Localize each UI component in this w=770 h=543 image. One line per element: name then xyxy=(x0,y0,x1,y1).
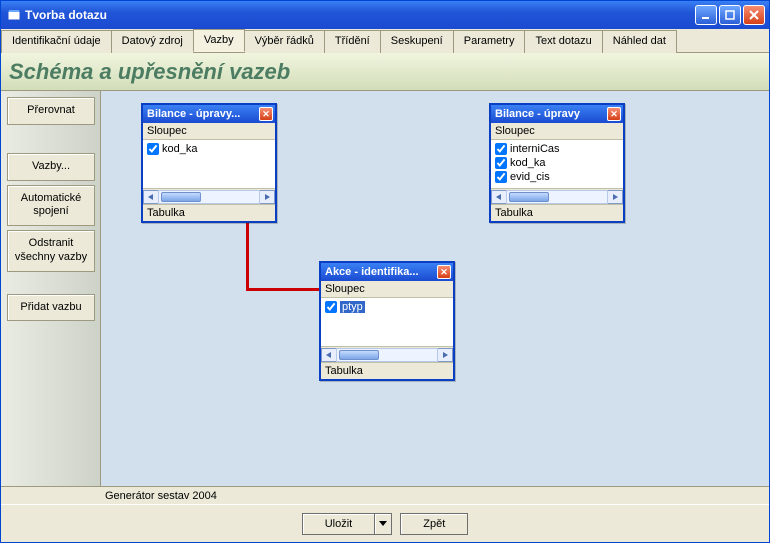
autojoin-button[interactable]: Automatické spojení xyxy=(7,185,95,227)
scroll-left-icon[interactable] xyxy=(321,348,337,362)
removeall-button[interactable]: Odstranit všechny vazby xyxy=(7,230,95,272)
scroll-right-icon[interactable] xyxy=(259,190,275,204)
relation-line xyxy=(246,219,249,291)
columns-list: kod_ka xyxy=(143,140,275,188)
column-row[interactable]: kod_ka xyxy=(145,142,273,156)
column-name: kod_ka xyxy=(162,143,197,155)
main-area: Přerovnat Vazby... Automatické spojení O… xyxy=(1,91,769,486)
table-close-icon[interactable]: ✕ xyxy=(259,107,273,121)
table-titlebar[interactable]: Bilance - úpravy ✕ xyxy=(491,105,623,123)
tab-params[interactable]: Parametry xyxy=(453,30,526,53)
rearrange-button[interactable]: Přerovnat xyxy=(7,97,95,125)
columns-list: ptyp xyxy=(321,298,453,346)
status-bar: Generátor sestav 2004 xyxy=(1,486,769,504)
column-name: kod_ka xyxy=(510,157,545,169)
chevron-down-icon xyxy=(379,521,387,527)
table-window-akce-identifika[interactable]: Akce - identifika... ✕ Sloupec ptyp Tabu… xyxy=(319,261,455,381)
column-name: interniCas xyxy=(510,143,560,155)
table-title: Bilance - úpravy xyxy=(495,108,607,120)
table-title: Akce - identifika... xyxy=(325,266,437,278)
table-titlebar[interactable]: Akce - identifika... ✕ xyxy=(321,263,453,281)
bonds-button[interactable]: Vazby... xyxy=(7,153,95,181)
relation-line xyxy=(246,288,325,291)
tab-querytext[interactable]: Text dotazu xyxy=(524,30,602,53)
columns-header: Sloupec xyxy=(321,281,453,298)
table-window-bilance-upravy-1[interactable]: Bilance - úpravy... ✕ Sloupec kod_ka Tab… xyxy=(141,103,277,223)
app-icon xyxy=(7,8,21,22)
column-name: evid_cis xyxy=(510,171,550,183)
save-dropdown-button[interactable] xyxy=(374,513,392,535)
addbond-button[interactable]: Přidat vazbu xyxy=(7,294,95,322)
table-footer: Tabulka xyxy=(491,204,623,221)
tab-datasource[interactable]: Datový zdroj xyxy=(111,30,194,53)
hscrollbar[interactable] xyxy=(321,346,453,362)
column-checkbox[interactable] xyxy=(325,301,337,313)
column-row[interactable]: evid_cis xyxy=(493,170,621,184)
table-close-icon[interactable]: ✕ xyxy=(437,265,451,279)
scroll-thumb[interactable] xyxy=(161,192,201,202)
close-button[interactable] xyxy=(743,5,765,25)
column-checkbox[interactable] xyxy=(495,171,507,183)
page-header: Schéma a upřesnění vazeb xyxy=(1,53,769,91)
column-checkbox[interactable] xyxy=(495,157,507,169)
column-row[interactable]: interniCas xyxy=(493,142,621,156)
table-close-icon[interactable]: ✕ xyxy=(607,107,621,121)
column-row[interactable]: kod_ka xyxy=(493,156,621,170)
scroll-track[interactable] xyxy=(336,348,438,362)
tabstrip: Identifikační údaje Datový zdroj Vazby V… xyxy=(1,29,769,53)
scroll-thumb[interactable] xyxy=(509,192,549,202)
table-window-bilance-upravy-2[interactable]: Bilance - úpravy ✕ Sloupec interniCas ko… xyxy=(489,103,625,223)
scroll-right-icon[interactable] xyxy=(607,190,623,204)
app-window: Tvorba dotazu Identifikační údaje Datový… xyxy=(0,0,770,543)
tab-ident[interactable]: Identifikační údaje xyxy=(1,30,112,53)
maximize-button[interactable] xyxy=(719,5,741,25)
save-button[interactable]: Uložit xyxy=(302,513,375,535)
tab-rows[interactable]: Výběr řádků xyxy=(244,30,325,53)
minimize-button[interactable] xyxy=(695,5,717,25)
button-bar: Uložit Zpět xyxy=(1,504,769,542)
scroll-track[interactable] xyxy=(506,190,608,204)
scroll-thumb[interactable] xyxy=(339,350,379,360)
scroll-right-icon[interactable] xyxy=(437,348,453,362)
scroll-left-icon[interactable] xyxy=(491,190,507,204)
tab-group[interactable]: Seskupení xyxy=(380,30,454,53)
scroll-track[interactable] xyxy=(158,190,260,204)
column-checkbox[interactable] xyxy=(495,143,507,155)
tab-preview[interactable]: Náhled dat xyxy=(602,30,677,53)
columns-header: Sloupec xyxy=(491,123,623,140)
columns-list: interniCas kod_ka evid_cis xyxy=(491,140,623,188)
back-button[interactable]: Zpět xyxy=(400,513,468,535)
titlebar[interactable]: Tvorba dotazu xyxy=(1,1,769,29)
page-title: Schéma a upřesnění vazeb xyxy=(9,59,290,85)
table-footer: Tabulka xyxy=(321,362,453,379)
table-titlebar[interactable]: Bilance - úpravy... ✕ xyxy=(143,105,275,123)
window-title: Tvorba dotazu xyxy=(25,8,107,22)
hscrollbar[interactable] xyxy=(491,188,623,204)
column-row[interactable]: ptyp xyxy=(323,300,451,314)
schema-canvas[interactable]: Bilance - úpravy... ✕ Sloupec kod_ka Tab… xyxy=(101,91,769,486)
column-checkbox[interactable] xyxy=(147,143,159,155)
status-text: Generátor sestav 2004 xyxy=(105,490,217,502)
hscrollbar[interactable] xyxy=(143,188,275,204)
scroll-left-icon[interactable] xyxy=(143,190,159,204)
columns-header: Sloupec xyxy=(143,123,275,140)
tab-sort[interactable]: Třídění xyxy=(324,30,381,53)
tab-vazby[interactable]: Vazby xyxy=(193,29,245,52)
side-panel: Přerovnat Vazby... Automatické spojení O… xyxy=(1,91,101,486)
table-title: Bilance - úpravy... xyxy=(147,108,259,120)
table-footer: Tabulka xyxy=(143,204,275,221)
column-name: ptyp xyxy=(340,301,365,313)
